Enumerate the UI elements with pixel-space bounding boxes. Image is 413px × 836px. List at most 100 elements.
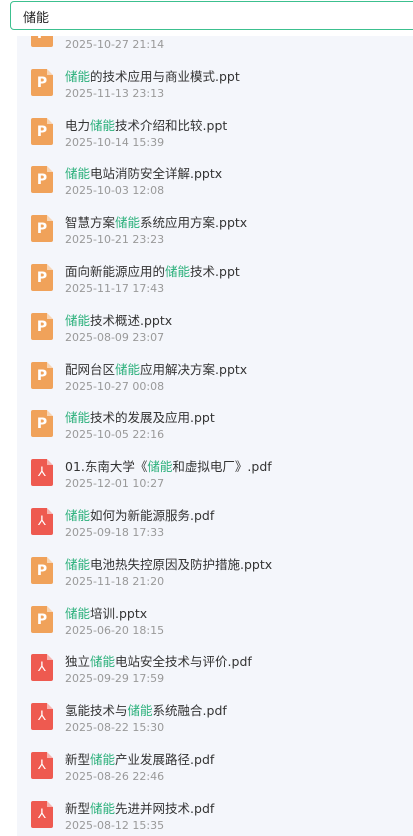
pdf-file-icon: ⅄ (31, 654, 53, 682)
pdf-file-icon: ⅄ (31, 507, 53, 535)
file-name-suffix: 应用解决方案.pptx (140, 361, 248, 377)
file-date: 2025-10-27 00:08 (65, 379, 165, 393)
search-highlight: 储能 (90, 654, 116, 670)
search-highlight: 储能 (65, 68, 91, 84)
file-list-item[interactable]: ⅄ 01.东南大学《储能和虚拟电厂》.pdf 2025-12-01 10:27 (17, 449, 413, 498)
search-box[interactable] (10, 1, 413, 30)
file-list-item[interactable]: P 储能培训.pptx 2025-06-20 18:15 (17, 596, 413, 645)
ppt-file-icon: P (31, 312, 53, 340)
search-highlight: 储能 (65, 312, 91, 328)
file-date: 2025-10-05 22:16 (65, 428, 165, 442)
file-name-prefix: 电力 (65, 117, 91, 133)
file-name: 储能技术概述.pptx (65, 313, 410, 329)
file-name: 储能培训.pptx (65, 606, 410, 622)
file-name-prefix: 01.东南大学《 (65, 459, 148, 475)
file-name-prefix: 配网台区 (65, 361, 116, 377)
file-date: 2025-08-22 15:30 (65, 721, 165, 735)
pdf-file-icon: ⅄ (31, 703, 53, 731)
file-name: 配网台区储能应用解决方案.pptx (65, 362, 410, 378)
file-name-suffix: 电站安全技术与评价.pdf (115, 654, 252, 670)
search-highlight: 储能 (115, 361, 141, 377)
file-name-prefix: 氢能技术与 (65, 703, 128, 719)
file-name: 储能的技术应用与商业模式.ppt (65, 69, 410, 85)
pdf-file-icon: ⅄ (31, 751, 53, 779)
file-date: 2025-08-09 23:07 (65, 330, 165, 344)
search-highlight: 储能 (65, 507, 91, 523)
file-list-item[interactable]: P储能...2025-10-27 21:14 (17, 36, 413, 59)
search-highlight: 储能 (65, 410, 91, 426)
search-highlight: 储能 (90, 751, 116, 767)
ppt-file-icon: P (31, 556, 53, 584)
file-name: 独立储能电站安全技术与评价.pdf (65, 654, 410, 670)
file-name-suffix: 产业发展路径.pdf (115, 751, 215, 767)
search-highlight: 储能 (115, 215, 141, 231)
file-date: 2025-10-03 12:08 (65, 184, 165, 198)
ppt-file-icon: P (31, 361, 53, 389)
file-name: 智慧方案储能系统应用方案.pptx (65, 215, 410, 231)
file-date: 2025-08-12 15:35 (65, 818, 165, 832)
file-date: 2025-11-17 17:43 (65, 281, 165, 295)
file-name-suffix: 的技术应用与商业模式.ppt (90, 68, 240, 84)
file-name-prefix: 新型 (65, 800, 91, 816)
ppt-file-icon: P (31, 263, 53, 291)
pdf-file-icon: ⅄ (31, 800, 53, 828)
file-list-item[interactable]: ⅄ 新型储能先进并网技术.pdf 2025-08-12 15:35 (17, 791, 413, 836)
pdf-file-icon: ⅄ (31, 459, 53, 487)
file-name-suffix: 培训.pptx (90, 605, 148, 621)
file-list-item[interactable]: ⅄ 新型储能产业发展路径.pdf 2025-08-26 22:46 (17, 742, 413, 791)
file-date: 2025-06-20 18:15 (65, 623, 165, 637)
file-name-suffix: 电池热失控原因及防护措施.pptx (90, 556, 273, 572)
file-list-item[interactable]: P 储能电站消防安全详解.pptx 2025-10-03 12:08 (17, 156, 413, 205)
file-list-item[interactable]: P 储能技术概述.pptx 2025-08-09 23:07 (17, 303, 413, 352)
file-name: 储能如何为新能源服务.pdf (65, 508, 410, 524)
file-date: 2025-10-14 15:39 (65, 135, 165, 149)
search-highlight: 储能 (90, 117, 116, 133)
file-list-item[interactable]: ⅄ 储能如何为新能源服务.pdf 2025-09-18 17:33 (17, 498, 413, 547)
file-name: 储能电站消防安全详解.pptx (65, 166, 410, 182)
file-name-suffix: 技术介绍和比较.ppt (115, 117, 228, 133)
file-name: 电力储能技术介绍和比较.ppt (65, 118, 410, 134)
ppt-file-icon: P (31, 68, 53, 96)
search-highlight: 储能 (165, 263, 191, 279)
file-date: 2025-08-26 22:46 (65, 769, 165, 783)
file-name-prefix: 独立 (65, 654, 91, 670)
ppt-file-icon: P (31, 605, 53, 633)
file-date: 2025-10-27 21:14 (65, 38, 165, 51)
ppt-file-icon: P (31, 215, 53, 243)
file-name: 储能电池热失控原因及防护措施.pptx (65, 557, 410, 573)
file-date: 2025-11-18 21:20 (65, 574, 165, 588)
file-list-item[interactable]: P 储能技术的发展及应用.ppt 2025-10-05 22:16 (17, 400, 413, 449)
search-highlight: 储能 (65, 166, 91, 182)
file-list-item[interactable]: P 电力储能技术介绍和比较.ppt 2025-10-14 15:39 (17, 108, 413, 157)
file-list-item[interactable]: ⅄ 氢能技术与储能系统融合.pdf 2025-08-22 15:30 (17, 693, 413, 742)
file-name: 新型储能产业发展路径.pdf (65, 752, 410, 768)
file-date: 2025-10-21 23:23 (65, 233, 165, 247)
ppt-file-icon: P (31, 166, 53, 194)
file-list-item[interactable]: P 智慧方案储能系统应用方案.pptx 2025-10-21 23:23 (17, 205, 413, 254)
file-name-suffix: 技术的发展及应用.ppt (90, 410, 215, 426)
search-bar (0, 0, 413, 36)
file-name-prefix: 面向新能源应用的 (65, 263, 166, 279)
file-name-suffix: 和虚拟电厂》.pdf (172, 459, 272, 475)
file-date: 2025-09-18 17:33 (65, 525, 165, 539)
search-highlight: 储能 (147, 459, 173, 475)
file-date: 2025-09-29 17:59 (65, 672, 165, 686)
file-name: 01.东南大学《储能和虚拟电厂》.pdf (65, 459, 410, 475)
file-name: 新型储能先进并网技术.pdf (65, 801, 410, 817)
file-name-suffix: 技术概述.pptx (90, 312, 173, 328)
search-highlight: 储能 (127, 703, 153, 719)
file-name-suffix: 如何为新能源服务.pdf (90, 507, 215, 523)
file-name-prefix: 智慧方案 (65, 215, 116, 231)
ppt-file-icon: P (31, 410, 53, 438)
file-date: 2025-11-13 23:13 (65, 86, 165, 100)
file-name-suffix: 系统融合.pdf (152, 703, 227, 719)
search-highlight: 储能 (90, 800, 116, 816)
file-list-item[interactable]: P 储能的技术应用与商业模式.ppt 2025-11-13 23:13 (17, 59, 413, 108)
search-input[interactable] (23, 6, 403, 26)
search-results-panel: P储能...2025-10-27 21:14P储能的技术应用与商业模式.ppt2… (17, 36, 413, 836)
file-list-item[interactable]: P 配网台区储能应用解决方案.pptx 2025-10-27 00:08 (17, 352, 413, 401)
file-list-item[interactable]: P 储能电池热失控原因及防护措施.pptx 2025-11-18 21:20 (17, 547, 413, 596)
file-list-item[interactable]: ⅄ 独立储能电站安全技术与评价.pdf 2025-09-29 17:59 (17, 644, 413, 693)
file-list-item[interactable]: P 面向新能源应用的储能技术.ppt 2025-11-17 17:43 (17, 254, 413, 303)
file-name-suffix: 先进并网技术.pdf (115, 800, 215, 816)
